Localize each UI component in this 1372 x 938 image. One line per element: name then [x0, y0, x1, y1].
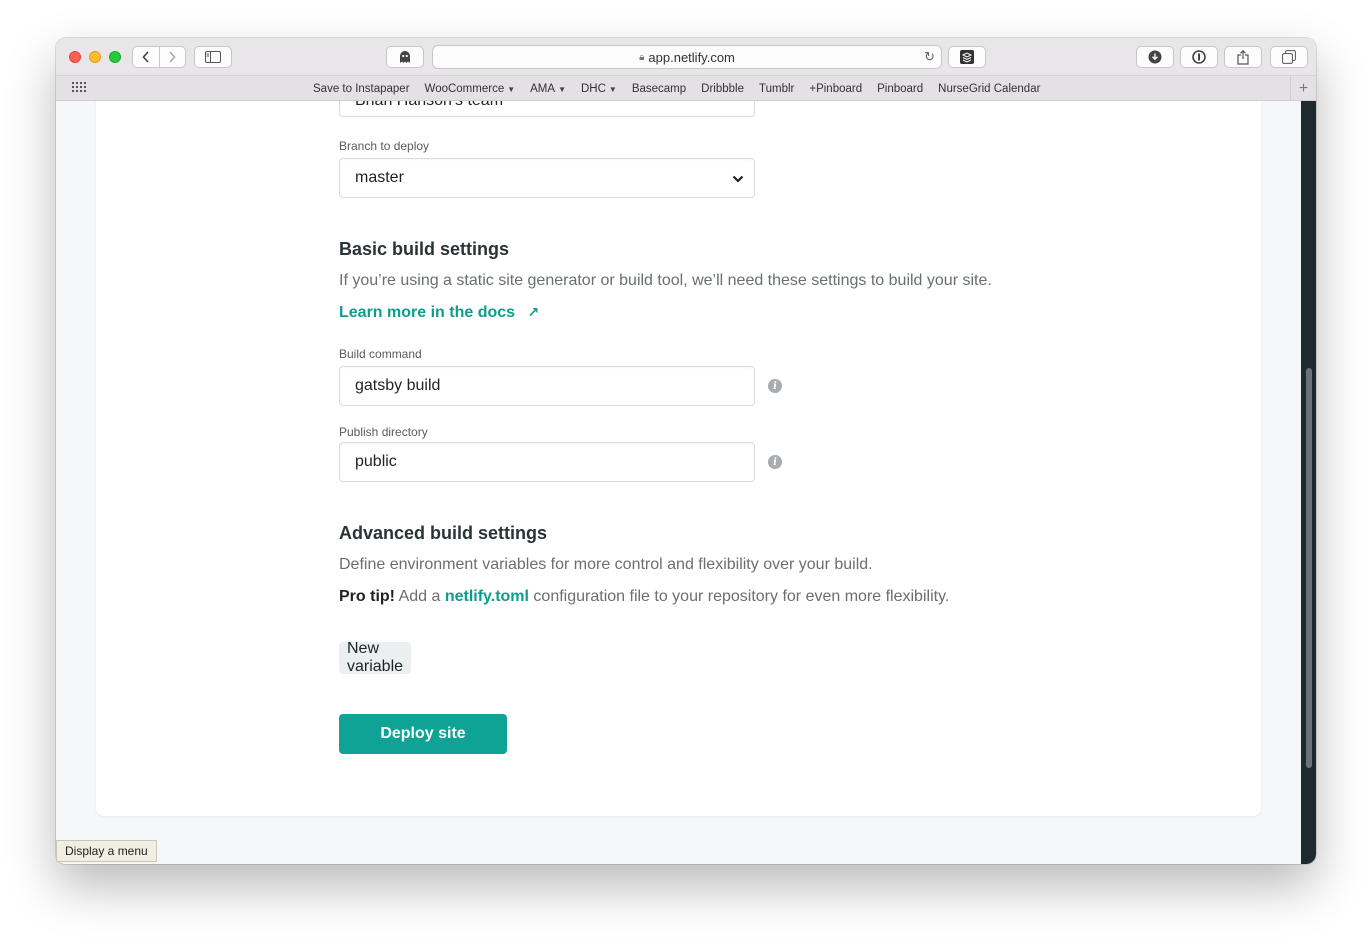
learn-more-text: Learn more in the docs [339, 304, 516, 321]
page-content: Brian Hanson's team Branch to deploy mas… [56, 101, 1301, 864]
publish-directory-label: Publish directory [339, 425, 428, 439]
bookmark-item[interactable]: Tumblr [759, 83, 794, 95]
ghostery-extension-button[interactable] [386, 46, 424, 68]
bookmark-item[interactable]: +Pinboard [809, 83, 862, 95]
bookmark-item[interactable]: Save to Instapaper [313, 83, 410, 95]
browser-window: 🔒︎ app.netlify.com ↻ Save to Instapaper W… [56, 38, 1316, 864]
share-button[interactable] [1224, 46, 1262, 68]
buffer-extension-button[interactable] [948, 46, 986, 68]
scrollbar-thumb[interactable] [1306, 368, 1312, 768]
basic-build-description: If you’re using a static site generator … [339, 272, 992, 289]
pro-tip-post: configuration file to your repository fo… [528, 588, 950, 605]
close-window-button[interactable] [69, 51, 81, 63]
minimize-window-button[interactable] [89, 51, 101, 63]
branch-select-value: master [355, 169, 404, 186]
chevron-down-icon [732, 175, 744, 183]
chevron-right-icon [169, 51, 176, 63]
bookmark-item[interactable]: DHC ▼ [581, 83, 617, 95]
download-icon [1148, 50, 1162, 64]
publish-directory-info-icon[interactable]: i [768, 455, 782, 469]
address-bar[interactable]: 🔒︎ app.netlify.com ↻ [432, 45, 942, 69]
bookmark-label: Dribbble [701, 82, 744, 95]
stack-icon [960, 50, 974, 64]
nav-buttons [132, 46, 186, 68]
bookmark-item[interactable]: Dribbble [701, 83, 744, 95]
zoom-window-button[interactable] [109, 51, 121, 63]
deploy-settings-card: Brian Hanson's team Branch to deploy mas… [96, 101, 1261, 816]
build-command-value: gatsby build [355, 377, 441, 394]
publish-directory-input[interactable]: public [339, 442, 755, 482]
pro-tip-text: Pro tip! Add a netlify.toml configuratio… [339, 588, 949, 606]
bookmark-label: Basecamp [631, 82, 687, 95]
deploy-site-button[interactable]: Deploy site [339, 714, 507, 754]
pro-tip-bold: Pro tip! [339, 588, 395, 605]
owner-select-value: Brian Hanson's team [355, 101, 503, 110]
bookmark-label: WooCommerce [424, 82, 505, 95]
branch-select[interactable]: master [339, 158, 755, 198]
reload-icon[interactable]: ↻ [924, 49, 935, 65]
browser-toolbar: 🔒︎ app.netlify.com ↻ [56, 38, 1316, 76]
bookmark-label: +Pinboard [809, 82, 863, 95]
share-icon [1237, 49, 1249, 65]
url-text: app.netlify.com [648, 49, 735, 65]
bookmark-item[interactable]: NurseGrid Calendar [938, 83, 1040, 95]
build-command-input[interactable]: gatsby build [339, 366, 755, 406]
bookmark-label: NurseGrid Calendar [938, 82, 1041, 95]
tabs-icon [1282, 50, 1296, 64]
bookmark-label: AMA [530, 82, 556, 95]
advanced-build-description: Define environment variables for more co… [339, 556, 873, 573]
bookmark-label: DHC [580, 82, 606, 95]
new-tab-plus-icon[interactable]: + [1290, 76, 1316, 101]
onepassword-icon [1192, 50, 1206, 64]
netlify-toml-link[interactable]: netlify.toml [445, 588, 529, 605]
build-command-info-icon[interactable]: i [768, 379, 782, 393]
forward-button[interactable] [158, 47, 186, 67]
bookmark-label: Save to Instapaper [313, 82, 410, 95]
downloads-button[interactable] [1136, 46, 1174, 68]
lock-icon: 🔒︎ [639, 51, 645, 63]
chevron-down-icon: ▼ [558, 84, 566, 94]
tooltip: Display a menu [56, 840, 157, 862]
pro-tip-pre: Add a [395, 588, 445, 605]
bookmark-item[interactable]: WooCommerce ▼ [425, 83, 516, 95]
password-manager-button[interactable] [1180, 46, 1218, 68]
sidebar-icon [205, 51, 221, 63]
bookmarks-bar: Save to Instapaper WooCommerce ▼ AMA ▼ DHC ▼ Ba… [56, 76, 1316, 101]
grid-icon[interactable] [72, 82, 86, 94]
new-variable-button[interactable]: New variable [339, 640, 412, 675]
chevron-down-icon: ▼ [507, 84, 516, 94]
bookmark-list: Save to Instapaper WooCommerce ▼ AMA ▼ DHC ▼ Ba… [313, 76, 1040, 101]
bookmark-label: Tumblr [759, 82, 795, 95]
chevron-down-icon: ▼ [608, 84, 617, 94]
bookmark-item[interactable]: Pinboard [877, 83, 923, 95]
bookmark-item[interactable]: Basecamp [632, 83, 686, 95]
chevron-left-icon [142, 51, 149, 63]
learn-more-link[interactable]: Learn more in the docs ↗ [339, 304, 539, 322]
build-command-label: Build command [339, 347, 422, 361]
branch-label: Branch to deploy [339, 139, 430, 153]
scrollbar-track[interactable] [1301, 101, 1316, 864]
bookmark-item[interactable]: AMA ▼ [530, 83, 566, 95]
publish-directory-value: public [355, 453, 397, 470]
basic-build-heading: Basic build settings [339, 239, 510, 259]
external-arrow-icon: ↗ [527, 304, 540, 320]
tabs-overview-button[interactable] [1270, 46, 1308, 68]
bookmark-label: Pinboard [877, 82, 924, 95]
back-button[interactable] [133, 47, 159, 67]
ghost-icon [400, 51, 410, 63]
owner-select[interactable]: Brian Hanson's team [339, 101, 755, 117]
sidebar-toggle-button[interactable] [194, 46, 232, 68]
advanced-build-heading: Advanced build settings [339, 523, 548, 543]
